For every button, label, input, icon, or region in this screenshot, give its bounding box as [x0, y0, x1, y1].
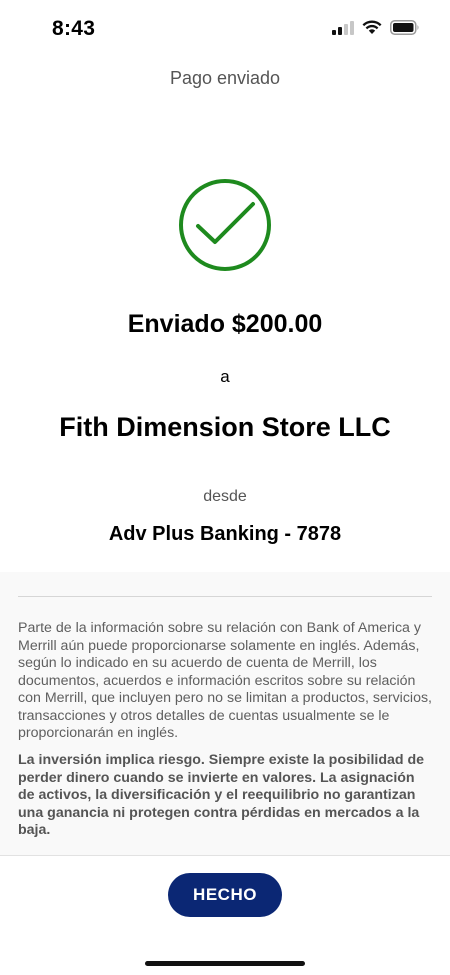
status-icons — [332, 20, 420, 35]
checkmark-circle-icon — [178, 178, 272, 272]
from-label: desde — [203, 488, 247, 505]
wifi-icon — [362, 20, 382, 34]
investment-risk-disclosure: La inversión implica riesgo. Siempre exi… — [18, 752, 425, 838]
page-title: Pago enviado — [169, 68, 281, 88]
status-time: 8:43 — [52, 17, 96, 40]
status-bar: 8:43 — [0, 0, 450, 60]
disclosure-section: Parte de la información sobre su relació… — [0, 572, 450, 855]
battery-icon — [390, 20, 419, 35]
done-button[interactable]: HECHO — [168, 873, 282, 917]
language-disclosure: Parte de la información sobre su relació… — [18, 620, 432, 741]
divider — [18, 596, 432, 597]
cellular-signal-icon — [332, 20, 354, 35]
action-bar: HECHO — [0, 855, 450, 975]
home-indicator[interactable] — [145, 961, 305, 966]
from-account: Adv Plus Banking - 7878 — [108, 523, 342, 545]
sent-amount: Enviado $200.00 — [127, 310, 323, 338]
payee-name: Fith Dimension Store LLC — [59, 412, 391, 442]
to-label: a — [220, 367, 230, 386]
